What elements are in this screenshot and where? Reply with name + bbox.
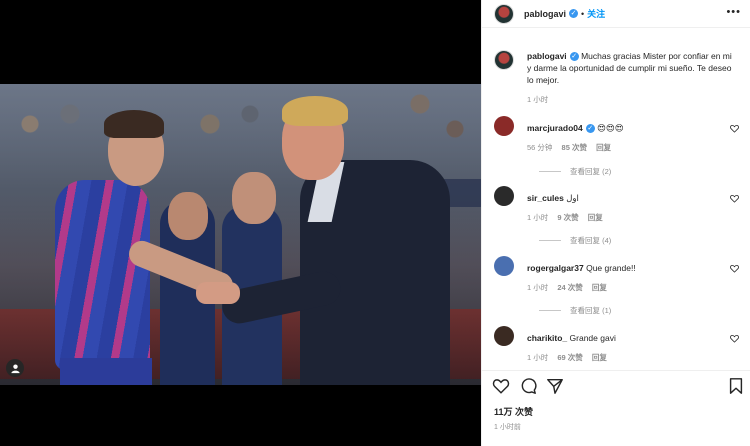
comment-meta: 1 小时 24 次赞 回复: [527, 282, 614, 293]
caption-text: pablogavi ✓ Muchas gracias Mister por con…: [527, 50, 732, 86]
comment-likes[interactable]: 69 次赞: [557, 353, 582, 362]
divider: [539, 171, 561, 172]
share-icon[interactable]: [546, 377, 564, 395]
follow-button[interactable]: 关注: [587, 7, 605, 20]
separator-dot: •: [581, 8, 585, 19]
comment-likes[interactable]: 24 次赞: [557, 283, 582, 292]
comment-username[interactable]: rogergalgar37: [527, 263, 584, 273]
comment-body: 😍😍😍: [597, 123, 624, 133]
reply-button[interactable]: 回复: [588, 213, 603, 222]
comment-time: 1 小时: [527, 353, 549, 362]
caption-username[interactable]: pablogavi: [527, 51, 567, 61]
heart-icon[interactable]: [730, 264, 739, 273]
comment-body: Grande gavi: [569, 333, 616, 343]
view-replies-label: 查看回复 (2): [570, 167, 612, 176]
comment-time: 1 小时: [527, 213, 549, 222]
user-tag-button[interactable]: [6, 359, 24, 377]
comment-text: charikito_ Grande gavi: [527, 332, 732, 344]
photo-staff-right-head: [232, 172, 276, 224]
comment-meta: 56 分钟 85 次赞 回复: [527, 142, 618, 153]
post-header: pablogavi ✓ • 关注 •••: [482, 0, 750, 28]
comment-text: rogergalgar37 Que grande!!: [527, 262, 732, 274]
comment-meta: 1 小时 9 次赞 回复: [527, 212, 610, 223]
post-time: 1 小时前: [494, 424, 521, 431]
photo-player-shorts: [60, 358, 152, 385]
action-bar: [482, 370, 750, 400]
comment-avatar[interactable]: [494, 256, 514, 276]
caption-avatar[interactable]: [494, 50, 514, 70]
comment-avatar[interactable]: [494, 186, 514, 206]
divider: [539, 310, 561, 311]
likes-count[interactable]: 11万 次赞: [494, 405, 533, 418]
more-options-icon[interactable]: •••: [726, 6, 741, 18]
verified-badge-icon: ✓: [585, 124, 595, 134]
heart-icon[interactable]: [492, 377, 510, 395]
view-replies-button[interactable]: 查看回复 (1): [539, 305, 611, 316]
comment-username[interactable]: marcjurado04: [527, 123, 583, 133]
view-replies-label: 查看回复 (1): [570, 306, 612, 315]
user-tag-icon: [10, 363, 20, 373]
verified-badge-icon: ✓: [569, 9, 579, 18]
heart-icon[interactable]: [730, 124, 739, 133]
photo-coach-hair: [282, 96, 348, 126]
comment-avatar[interactable]: [494, 326, 514, 346]
reply-button[interactable]: 回复: [592, 353, 607, 362]
reply-button[interactable]: 回复: [596, 143, 611, 152]
heart-icon[interactable]: [730, 334, 739, 343]
post-media: [0, 0, 481, 446]
photo-player-hair: [104, 110, 164, 138]
divider: [539, 240, 561, 241]
photo-staff-left-head: [168, 192, 208, 240]
photo-handshake: [196, 282, 240, 304]
caption-time: 1 小时: [527, 95, 549, 104]
view-replies-button[interactable]: 查看回复 (2): [539, 166, 611, 177]
heart-icon[interactable]: [730, 194, 739, 203]
comment-body: Que grande!!: [586, 263, 636, 273]
comment-body: اول: [566, 193, 579, 203]
verified-badge-icon: ✓: [569, 52, 579, 62]
caption-meta: 1 小时: [527, 94, 555, 105]
comment-text: marcjurado04 ✓ 😍😍😍: [527, 122, 732, 134]
photo-player-body: [55, 180, 150, 370]
comment-time: 56 分钟: [527, 143, 553, 152]
comment-meta: 1 小时 69 次赞 回复: [527, 352, 614, 363]
view-replies-label: 查看回复 (4): [570, 236, 612, 245]
comment-icon[interactable]: [519, 377, 537, 395]
comment-username[interactable]: sir_cules: [527, 193, 564, 203]
view-replies-button[interactable]: 查看回复 (4): [539, 235, 611, 246]
author-username[interactable]: pablogavi: [524, 9, 566, 19]
comment-avatar[interactable]: [494, 116, 514, 136]
comment-time: 1 小时: [527, 283, 549, 292]
author-avatar[interactable]: [494, 3, 514, 24]
comment-likes[interactable]: 85 次赞: [562, 143, 587, 152]
bookmark-icon[interactable]: [727, 377, 745, 395]
comment-text: sir_cules اول: [527, 192, 732, 204]
comment-username[interactable]: charikito_: [527, 333, 567, 343]
post-sidebar: pablogavi ✓ • 关注 ••• pablogavi ✓ Muchas g…: [481, 0, 750, 446]
comment-likes[interactable]: 9 次赞: [557, 213, 578, 222]
reply-button[interactable]: 回复: [592, 283, 607, 292]
